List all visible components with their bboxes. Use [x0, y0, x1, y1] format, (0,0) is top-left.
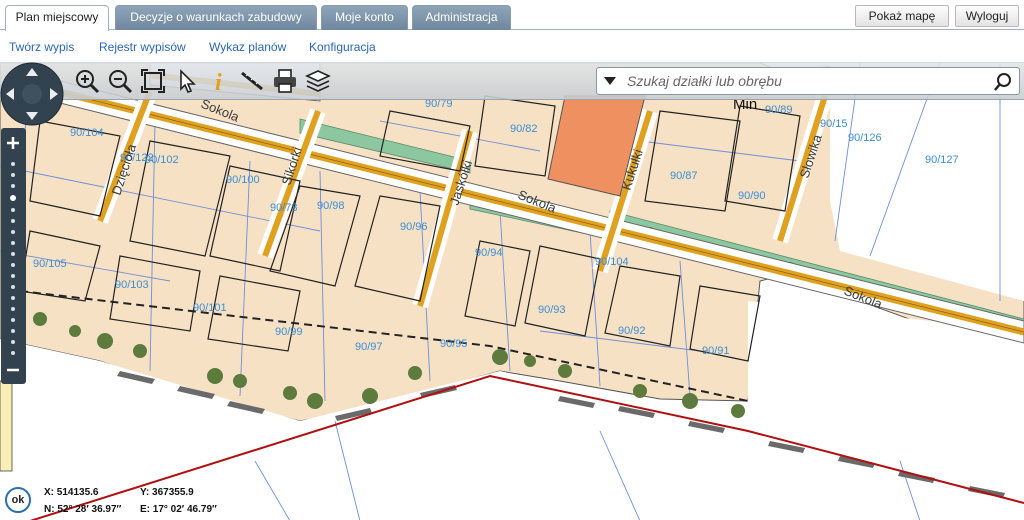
zoom-level-dot[interactable] — [11, 307, 15, 311]
layers-icon[interactable] — [304, 67, 332, 95]
parcel-label: 90/90 — [738, 190, 766, 202]
parcel-label: 90/99 — [275, 326, 303, 338]
parcel-label: 90/89 — [765, 104, 793, 116]
zoom-level-handle[interactable] — [10, 195, 16, 201]
parcel-label: 90/73 — [270, 202, 298, 214]
coord-n: N: 52° 28′ 36.97″ — [44, 504, 122, 515]
svg-text:i: i — [215, 70, 222, 95]
zoom-level-dot[interactable] — [11, 241, 15, 245]
show-map-button[interactable]: Pokaż mapę — [855, 5, 949, 27]
parcel-label: 90/127 — [925, 154, 959, 166]
pan-control[interactable] — [0, 62, 64, 126]
parcel-label: 90/92 — [618, 325, 646, 337]
zoom-level-dot[interactable] — [11, 208, 15, 212]
zoom-in-icon[interactable] — [73, 67, 101, 95]
zoom-level-dot[interactable] — [11, 263, 15, 267]
zoom-level-dot[interactable] — [11, 296, 15, 300]
map-svg: 90/104 90/102 90/100 90/105 90/103 90/10… — [0, 63, 1024, 520]
app-window: Plan miejscowy Decyzje o warunkach zabud… — [0, 0, 1024, 520]
search-input[interactable] — [627, 71, 987, 91]
parcel-label: 90/15 — [820, 118, 848, 130]
parcel-label: 90/104 — [595, 256, 629, 268]
zoom-level-dot[interactable] — [11, 340, 15, 344]
tab-moje-konto[interactable]: Moje konto — [321, 5, 408, 30]
zoom-level-dot[interactable] — [11, 351, 15, 355]
parcel-label: 90/100 — [226, 174, 260, 186]
parcel-label: 90/96 — [400, 221, 428, 233]
coord-x: X: 514135.6 — [44, 487, 99, 498]
zoom-extent-icon[interactable] — [139, 67, 167, 95]
menu-tworz-wypis[interactable]: Twórz wypis — [9, 40, 74, 54]
parcel-label: 90/103 — [115, 279, 149, 291]
tab-administracja[interactable]: Administracja — [412, 5, 511, 30]
search-box — [596, 67, 1020, 95]
zoom-level-dot[interactable] — [11, 184, 15, 188]
parcel-label: 90/98 — [317, 200, 345, 212]
menu-konfiguracja[interactable]: Konfiguracja — [309, 40, 376, 54]
zoom-level-dot[interactable] — [11, 252, 15, 256]
zoom-slider[interactable] — [1, 128, 26, 384]
tab-plan-miejscowy[interactable]: Plan miejscowy — [5, 5, 109, 31]
parcel-label: 90/97 — [355, 341, 383, 353]
parcel-label: 90/105 — [33, 258, 67, 270]
zoom-level-dot[interactable] — [11, 230, 15, 234]
zoom-level-dot[interactable] — [11, 173, 15, 177]
parcel-label: 90/126 — [848, 132, 882, 144]
zoom-level-dot[interactable] — [11, 318, 15, 322]
parcel-label: 90/94 — [475, 247, 503, 259]
zoom-level-dot[interactable] — [11, 162, 15, 166]
search-dropdown-icon[interactable] — [604, 77, 616, 86]
zoom-level-dot[interactable] — [11, 285, 15, 289]
left-strip — [0, 380, 13, 472]
zoom-out-icon[interactable] — [106, 67, 134, 95]
menu-wykaz-planow[interactable]: Wykaz planów — [209, 40, 286, 54]
parcel-label: 90/95 — [440, 338, 468, 350]
zoom-plus-icon[interactable] — [6, 136, 20, 150]
parcel-label: 90/91 — [702, 345, 730, 357]
logout-button[interactable]: Wyloguj — [955, 5, 1019, 27]
zoom-level-dot[interactable] — [11, 274, 15, 278]
coord-e: E: 17° 02′ 46.79″ — [140, 504, 217, 515]
ok-button[interactable]: ok — [5, 487, 31, 513]
zoom-level-dot[interactable] — [11, 329, 15, 333]
parcel-label: 90/104 — [70, 127, 104, 139]
coord-y: Y: 367355.9 — [140, 487, 194, 498]
sub-menu: Twórz wypis Rejestr wypisów Wykaz planów… — [0, 31, 1024, 62]
map-canvas[interactable]: 90/104 90/102 90/100 90/105 90/103 90/10… — [0, 62, 1024, 520]
tab-bar: Plan miejscowy Decyzje o warunkach zabud… — [0, 0, 1024, 31]
zoom-minus-icon[interactable] — [6, 365, 20, 375]
menu-rejestr-wypisow[interactable]: Rejestr wypisów — [99, 40, 186, 54]
measure-icon[interactable] — [238, 67, 266, 95]
parcel-label: 90/101 — [193, 302, 227, 314]
parcel-label: 90/82 — [510, 123, 538, 135]
search-icon[interactable] — [993, 72, 1013, 92]
print-icon[interactable] — [271, 67, 299, 95]
tab-decyzje[interactable]: Decyzje o warunkach zabudowy — [115, 5, 317, 30]
zoom-level-dot[interactable] — [11, 219, 15, 223]
info-icon[interactable]: i — [205, 67, 233, 95]
map-toolbar: i — [0, 62, 1024, 100]
parcel-label: 90/93 — [538, 304, 566, 316]
parcel-label: 90/87 — [670, 170, 698, 182]
pointer-icon[interactable] — [172, 67, 200, 95]
